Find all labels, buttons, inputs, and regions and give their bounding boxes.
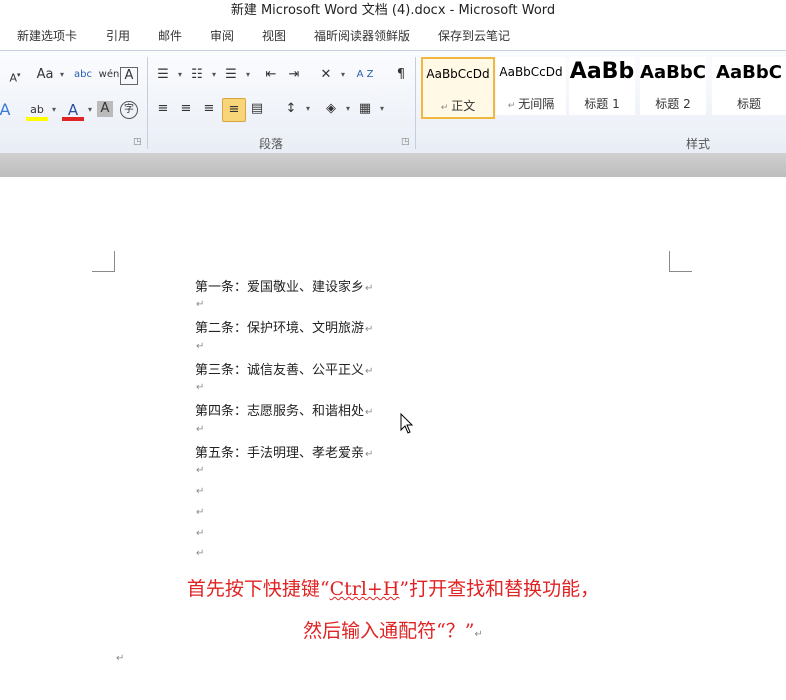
style-heading-1[interactable]: AaBb 标题 1 (569, 57, 635, 115)
crop-mark-left (92, 251, 115, 272)
style-name: ↵ 无间隔 (507, 97, 555, 111)
window-title: 新建 Microsoft Word 文档 (4).docx - Microsof… (230, 3, 556, 18)
show-marks-icon[interactable]: ¶ (390, 64, 412, 86)
tab-foxit[interactable]: 福昕阅读器领鲜版 (314, 27, 410, 44)
style-name: ↵ 正文 (440, 99, 476, 113)
document-line-4: 第四条：志愿服务、和谐相处↵ (195, 404, 374, 419)
shortcut-text: Ctrl+H (329, 578, 400, 600)
char-shading-icon[interactable]: A (97, 101, 113, 117)
paragraph-mark: ↵ (196, 424, 205, 435)
tab-references[interactable]: 引用 (106, 27, 130, 44)
title-bar: 新建 Microsoft Word 文档 (4).docx - Microsof… (0, 0, 786, 22)
paragraph-mark: ↵ (196, 299, 205, 310)
change-case-icon[interactable]: Aa (34, 64, 64, 86)
text-effect-icon[interactable]: A (0, 99, 16, 121)
styles-group-label: 样式 (686, 137, 711, 151)
group-separator (415, 57, 416, 149)
style-name: 标题 1 (584, 97, 620, 111)
crop-mark-right (669, 251, 692, 272)
line-spacing-icon[interactable]: ↕ (280, 98, 310, 120)
enclose-char-icon[interactable]: 字 (120, 101, 138, 119)
mouse-cursor-icon (400, 413, 414, 434)
font-color-icon[interactable]: A (62, 99, 92, 121)
shrink-font-icon[interactable]: A▾ (4, 64, 26, 86)
numbering-icon[interactable]: ☷ (186, 64, 216, 86)
style-sample: AaBb (569, 59, 635, 84)
paragraph-mark: ↵ (196, 528, 205, 539)
style-sample: AaBbCcDd (499, 65, 563, 79)
document-line-3: 第三条：诚信友善、公平正义↵ (195, 363, 374, 378)
tab-mailings[interactable]: 邮件 (158, 27, 182, 44)
style-title[interactable]: AaBbC 标题 (712, 57, 786, 115)
decrease-indent-icon[interactable]: ⇤ (260, 64, 282, 86)
borders-icon[interactable]: ▦ (354, 98, 384, 120)
style-heading-2[interactable]: AaBbC 标题 2 (640, 57, 706, 115)
font-dialog-launcher-icon[interactable]: ◳ (133, 137, 142, 147)
style-no-spacing[interactable]: AaBbCcDd ↵ 无间隔 (496, 57, 566, 115)
paragraph-mark: ↵ (196, 548, 205, 559)
paragraph-mark: ↵ (196, 341, 205, 352)
style-name: 标题 2 (655, 97, 691, 111)
paragraph-mark: ↵ (196, 486, 205, 497)
ribbon: A▾ Aa abc wén A A ab A A 字 ◳ ☰ ☷ ☰ ⇤ ⇥ ✕… (0, 50, 786, 154)
align-right-icon[interactable]: ≡ (198, 98, 220, 120)
menu-bar: 新建选项卡 引用 邮件 审阅 视图 福昕阅读器领鲜版 保存到云笔记 (0, 22, 786, 50)
highlight-icon[interactable]: ab (26, 99, 56, 121)
style-sample: AaBbC (640, 62, 706, 83)
paragraph-mark: ↵ (196, 382, 205, 393)
paragraph-mark: ↵ (196, 507, 205, 518)
tab-review[interactable]: 审阅 (210, 27, 234, 44)
document-line-5: 第五条：手法明理、孝老爱亲↵ (195, 446, 374, 461)
bullets-icon[interactable]: ☰ (152, 64, 182, 86)
distributed-icon[interactable]: ▤ (246, 98, 268, 120)
style-normal[interactable]: AaBbCcDd ↵ 正文 (421, 57, 495, 119)
justify-icon[interactable]: ≡ (222, 98, 246, 122)
instruction-line-1: 首先按下快捷键“Ctrl+H”打开查找和替换功能， (186, 578, 600, 600)
paragraph-mark: ↵ (196, 465, 205, 476)
clear-format-icon[interactable]: abc (72, 64, 94, 86)
tab-view[interactable]: 视图 (262, 27, 286, 44)
sort-icon[interactable]: A Z (354, 64, 376, 86)
multilevel-list-icon[interactable]: ☰ (220, 64, 250, 86)
style-sample: AaBbCcDd (426, 67, 490, 81)
shading-icon[interactable]: ◈ (320, 98, 350, 120)
tab-new[interactable]: 新建选项卡 (17, 27, 77, 44)
increase-indent-icon[interactable]: ⇥ (283, 64, 305, 86)
style-name: 标题 (736, 97, 761, 111)
style-sample: AaBbC (716, 62, 782, 83)
tab-save-cloud-notes[interactable]: 保存到云笔记 (438, 27, 510, 44)
group-separator (147, 57, 148, 149)
align-left-icon[interactable]: ≡ (152, 98, 174, 120)
phonetic-guide-icon[interactable]: wén (98, 64, 120, 86)
paragraph-dialog-launcher-icon[interactable]: ◳ (401, 137, 410, 147)
paragraph-mark: ↵ (116, 653, 125, 664)
document-line-1: 第一条：爱国敬业、建设家乡↵ (195, 280, 374, 295)
instruction-line-2: 然后输入通配符“？”↵ (303, 620, 483, 642)
document-line-2: 第二条：保护环境、文明旅游↵ (195, 321, 374, 336)
align-center-icon[interactable]: ≡ (175, 98, 197, 120)
chinese-layout-icon[interactable]: ✕ (315, 64, 345, 86)
char-border-icon[interactable]: A (120, 67, 138, 85)
document-background-strip (0, 153, 786, 177)
paragraph-group-label: 段落 (259, 137, 284, 151)
